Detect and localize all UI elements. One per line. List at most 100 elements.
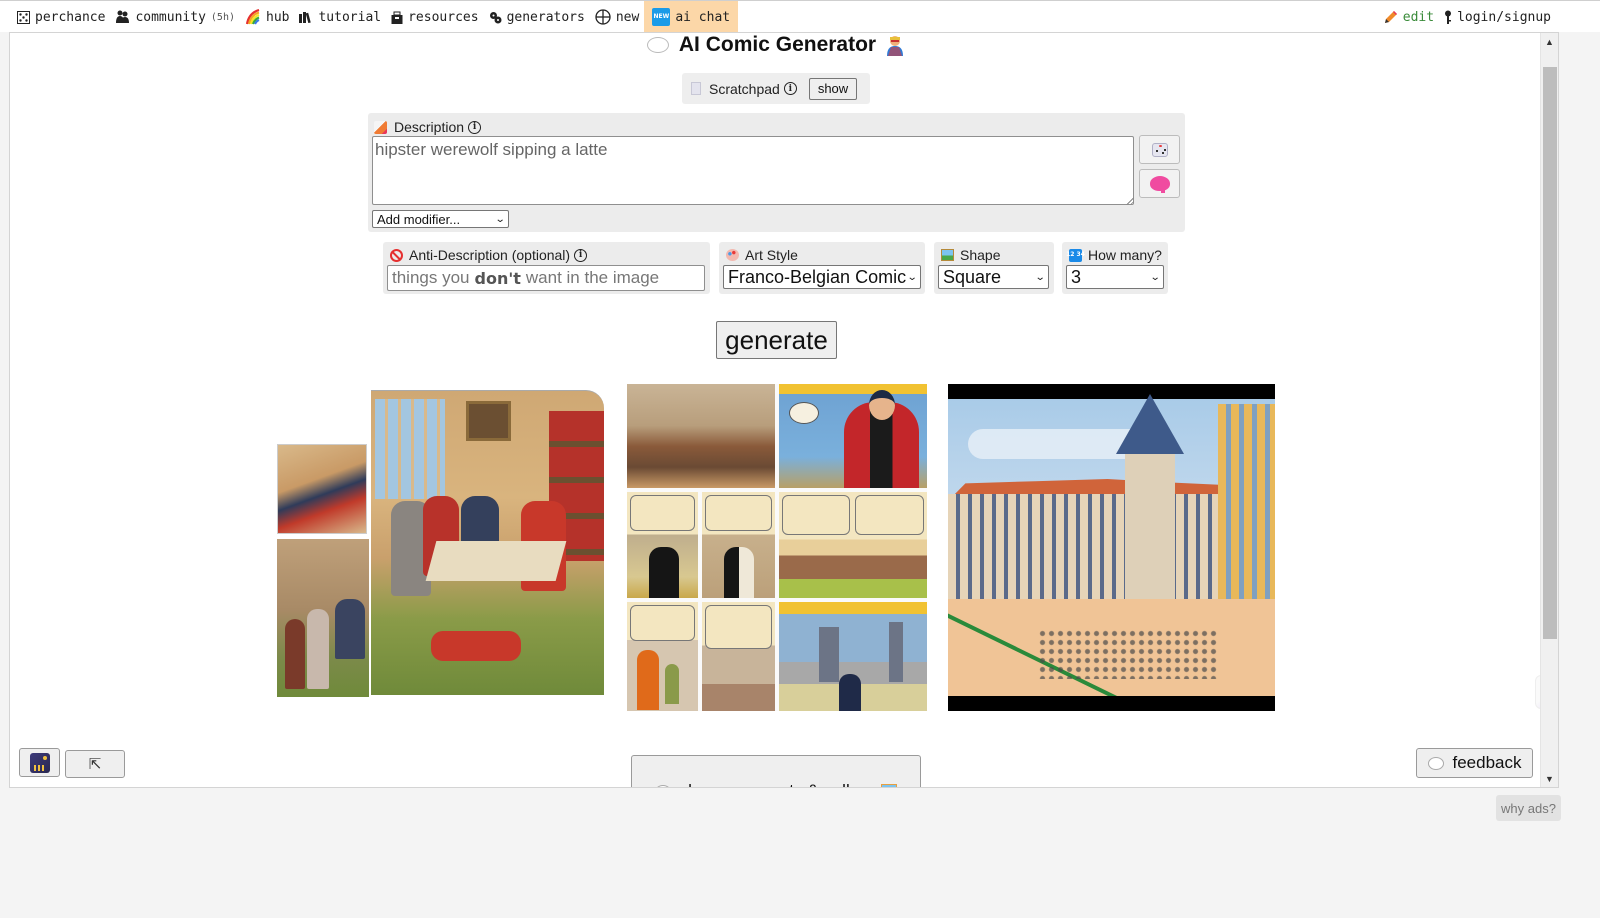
nav-resources[interactable]: resources <box>386 1 483 33</box>
info-icon[interactable]: i <box>574 248 588 262</box>
toolbox-icon <box>391 11 403 24</box>
superhero-icon <box>885 34 904 56</box>
comic-panel <box>277 539 369 697</box>
scrollbar-thumb[interactable] <box>1543 67 1557 639</box>
numbers-icon: 12 34 <box>1066 248 1085 262</box>
new-badge: NEW <box>652 8 671 26</box>
art-style-select[interactable]: Franco-Belgian Comic ⌄ <box>723 265 921 289</box>
theme-toggle-button[interactable] <box>19 748 60 777</box>
description-textarea[interactable]: hipster werewolf sipping a latte <box>372 136 1134 205</box>
nav-community[interactable]: community (5h) <box>110 1 240 33</box>
nav-login[interactable]: login/signup <box>1439 1 1556 33</box>
placeholder-text: things you <box>392 268 470 287</box>
scroll-down-arrow-icon[interactable]: ▼ <box>1541 770 1558 787</box>
comic-panel <box>779 492 927 598</box>
how-many-label-row: 12 34 How many? <box>1066 247 1162 263</box>
key-icon <box>1444 10 1452 24</box>
description-label-row: Description i <box>374 119 482 135</box>
feedback-button[interactable]: feedback <box>1416 748 1533 778</box>
nav-label: ai chat <box>675 9 731 25</box>
comments-button-label: show comments & gallery <box>680 781 874 787</box>
chevron-down-icon: ⌄ <box>906 271 918 283</box>
nav-ai-chat[interactable]: NEW ai chat <box>644 1 739 33</box>
shape-value: Square <box>943 266 1002 287</box>
info-icon[interactable]: i <box>783 82 797 95</box>
palette-icon <box>726 249 739 262</box>
placeholder-bold-text: don't <box>474 268 521 288</box>
art-style-value: Franco-Belgian Comic <box>728 266 907 287</box>
brain-icon <box>1149 176 1170 193</box>
prohibited-icon <box>390 248 403 262</box>
nav-label: generators <box>506 9 585 25</box>
nav-generators[interactable]: generators <box>484 1 590 33</box>
image-tower <box>1125 444 1175 604</box>
image-plaza <box>948 599 1275 711</box>
anti-description-panel: Anti-Description (optional) i things you… <box>383 242 710 294</box>
nav-new[interactable]: new <box>590 1 644 33</box>
generated-image-2[interactable] <box>627 384 927 711</box>
nav-hub[interactable]: hub <box>240 1 294 33</box>
picture-icon <box>881 784 898 787</box>
globe-plus-icon <box>595 9 611 25</box>
placeholder-text: want in the image <box>525 268 660 287</box>
art-style-label-row: Art Style <box>726 247 798 263</box>
image-gothic-building <box>1218 404 1275 604</box>
scratchpad-show-button[interactable]: show <box>808 77 858 100</box>
chevron-down-icon: ⌄ <box>494 213 506 225</box>
nav-edit[interactable]: edit <box>1379 1 1439 33</box>
comic-panel <box>702 602 775 711</box>
generated-image-1[interactable] <box>277 384 604 711</box>
ai-idea-button[interactable] <box>1139 169 1180 198</box>
shape-label: Shape <box>960 247 1001 263</box>
books-icon <box>299 11 313 23</box>
why-ads-button[interactable]: why ads? <box>1496 795 1561 821</box>
comic-panel <box>779 602 927 711</box>
back-to-top-button[interactable]: ⇱ <box>65 750 125 778</box>
memo-icon <box>374 120 387 134</box>
nav-perchance[interactable]: perchance <box>12 1 110 33</box>
vertical-scrollbar[interactable]: ▲ ▼ <box>1540 33 1558 787</box>
scratchpad-label: Scratchpad <box>709 80 780 97</box>
speech-bubble-icon <box>1427 756 1444 770</box>
anti-description-label: Anti-Description (optional) <box>409 247 571 263</box>
shape-label-row: Shape <box>941 247 1000 263</box>
how-many-value: 3 <box>1071 266 1082 287</box>
chevron-down-icon: ⌄ <box>1034 271 1046 283</box>
comic-panel <box>627 492 698 598</box>
art-style-label: Art Style <box>745 247 798 263</box>
generated-image-3[interactable] <box>948 384 1275 711</box>
scroll-up-arrow-icon[interactable]: ▲ <box>1541 33 1558 50</box>
die-icon <box>17 10 30 24</box>
nav-tutorial[interactable]: tutorial <box>294 1 386 33</box>
speech-bubble-icon <box>654 784 671 787</box>
page-title: AI Comic Generator <box>678 33 877 56</box>
comic-panel <box>627 384 775 488</box>
feedback-label: feedback <box>1452 753 1522 772</box>
speech-bubble-icon <box>646 37 669 53</box>
generate-button[interactable]: generate <box>716 321 837 359</box>
resize-handle-icon[interactable] <box>1126 197 1134 205</box>
image-buildings <box>948 494 1238 604</box>
comic-panel <box>702 492 775 598</box>
nav-label: tutorial <box>318 9 382 25</box>
random-description-button[interactable] <box>1139 135 1180 164</box>
info-icon[interactable]: i <box>468 120 482 134</box>
show-comments-gallery-button[interactable]: show comments & gallery <box>631 755 921 787</box>
arrow-up-left-icon: ⇱ <box>88 756 102 773</box>
people-icon <box>115 10 130 24</box>
nav-left: perchance community (5h) hub tutorial re… <box>12 1 739 33</box>
nav-label: hub <box>266 9 290 25</box>
night-city-icon <box>29 752 50 773</box>
nav-right: edit login/signup <box>1379 1 1556 33</box>
add-modifier-select[interactable]: Add modifier... ⌄ <box>372 210 509 228</box>
chevron-down-icon: ⌄ <box>1149 271 1161 283</box>
how-many-select[interactable]: 3 ⌄ <box>1066 265 1164 289</box>
nav-label: community <box>135 9 206 25</box>
nav-label: edit <box>1402 9 1435 25</box>
comic-panel <box>277 444 367 534</box>
community-activity: (5h) <box>210 11 235 23</box>
shape-select[interactable]: Square ⌄ <box>938 265 1049 289</box>
add-modifier-value: Add modifier... <box>377 211 461 227</box>
nav-label: new <box>615 9 640 25</box>
anti-description-input[interactable]: things you don't want in the image <box>387 265 705 291</box>
